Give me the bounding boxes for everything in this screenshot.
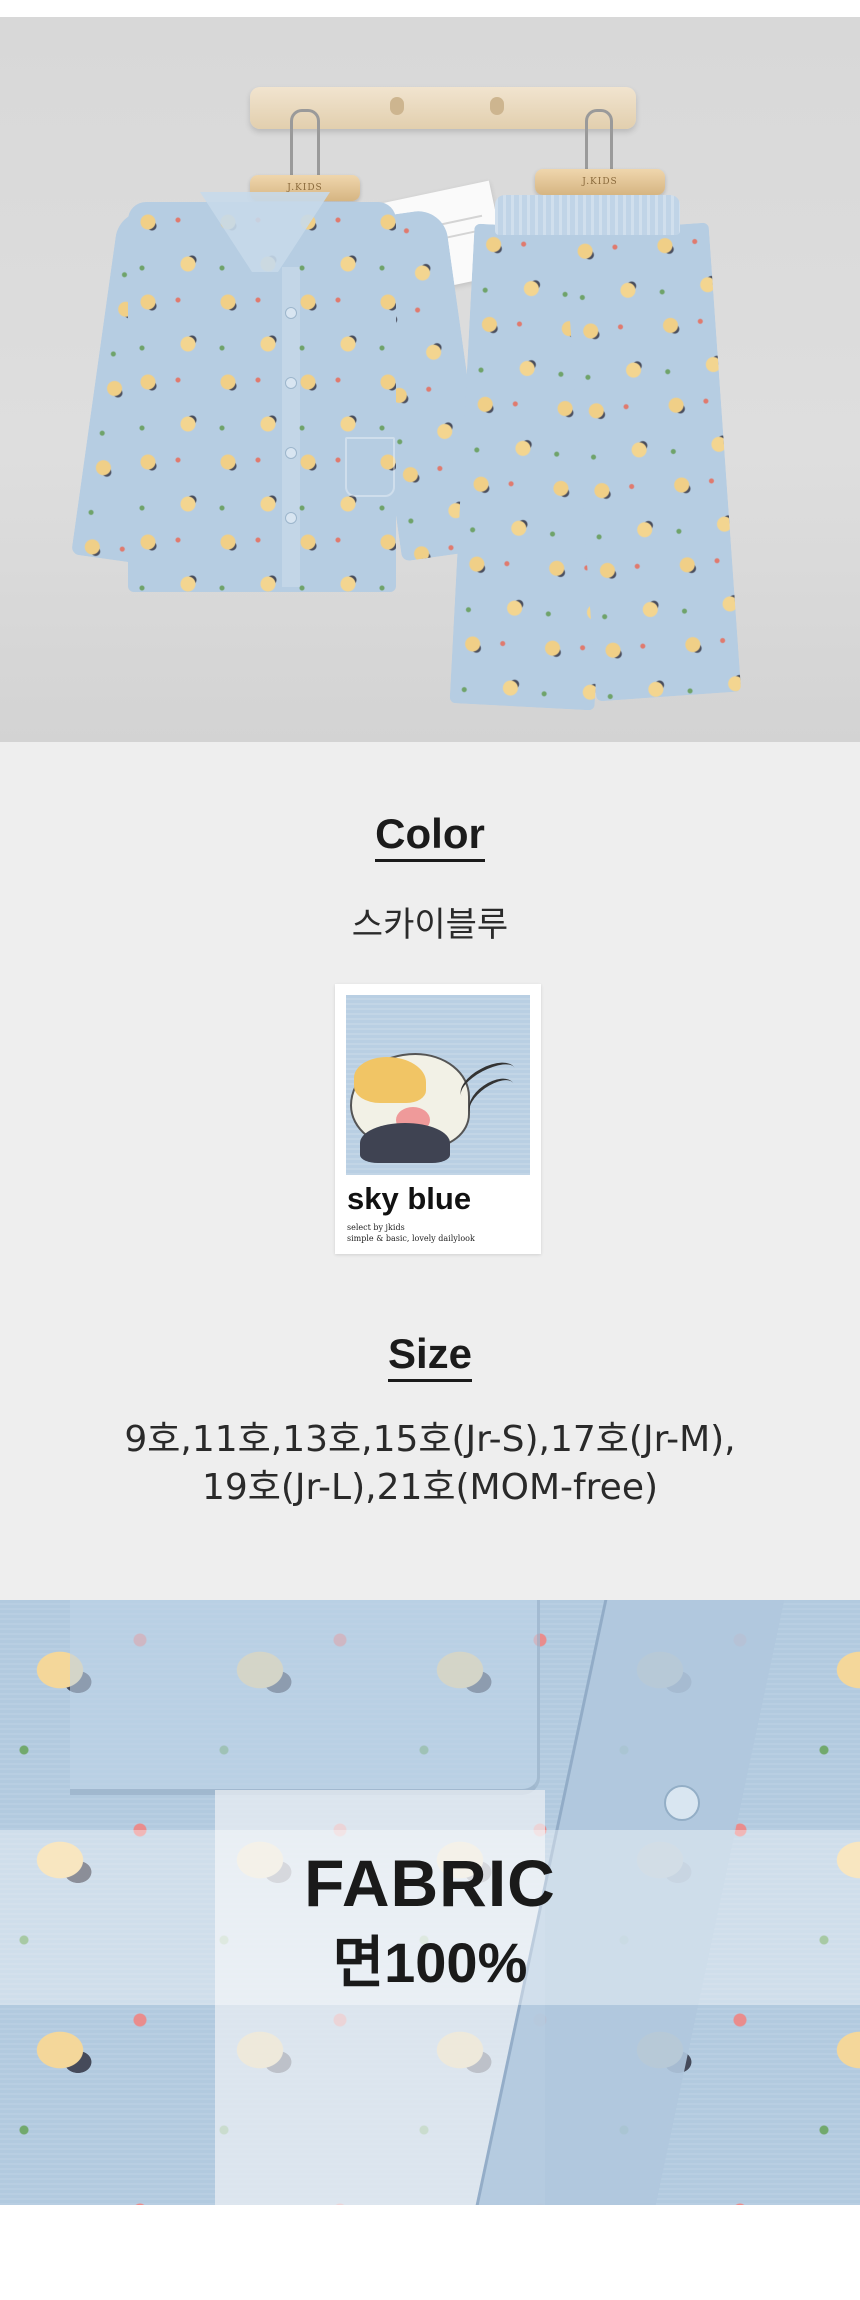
hanger-wire	[585, 109, 613, 171]
hanger-wire	[290, 109, 320, 179]
fabric-closeup: FABRIC 면100%	[0, 1600, 860, 2205]
shirt-button	[285, 307, 297, 319]
hanger-hook	[390, 97, 404, 115]
pants-waistband	[495, 195, 680, 235]
color-swatch-card: sky blue select by jkids simple & basic,…	[335, 984, 541, 1254]
swatch-tagline: simple & basic, lovely dailylook	[347, 1234, 475, 1243]
swatch-subtitle: select by jkids	[347, 1223, 405, 1232]
shirt-button	[285, 447, 297, 459]
color-heading: Color	[0, 810, 860, 862]
pants-hanger: J.KIDS	[535, 169, 665, 195]
pocket-flap	[70, 1600, 540, 1795]
color-name: 스카이블루	[351, 905, 509, 945]
fabric-button	[664, 1785, 700, 1821]
hanger-brand-label: J.KIDS	[287, 183, 323, 193]
hanger-brand-label: J.KIDS	[582, 177, 618, 187]
bottom-spacer	[0, 2205, 860, 2300]
product-photo: J.KIDS J.KIDS	[0, 17, 860, 742]
shirt-button	[285, 512, 297, 524]
swatch-image	[346, 995, 530, 1175]
size-list-line2: 19호(Jr-L),21호(MOM-free)	[201, 1467, 659, 1508]
size-heading: Size	[0, 1330, 860, 1382]
shirt-pocket	[345, 437, 395, 497]
swatch-title: sky blue	[347, 1181, 472, 1216]
product-info: Color 스카이블루 sky blue select by jkids sim…	[0, 742, 860, 1600]
fabric-composition: 면100%	[332, 1931, 528, 1994]
size-list-line1: 9호,11호,13호,15호(Jr-S),17호(Jr-M),	[124, 1419, 736, 1460]
shirt-button	[285, 377, 297, 389]
hanger-hook	[490, 97, 504, 115]
fabric-title: FABRIC	[304, 1846, 556, 1920]
